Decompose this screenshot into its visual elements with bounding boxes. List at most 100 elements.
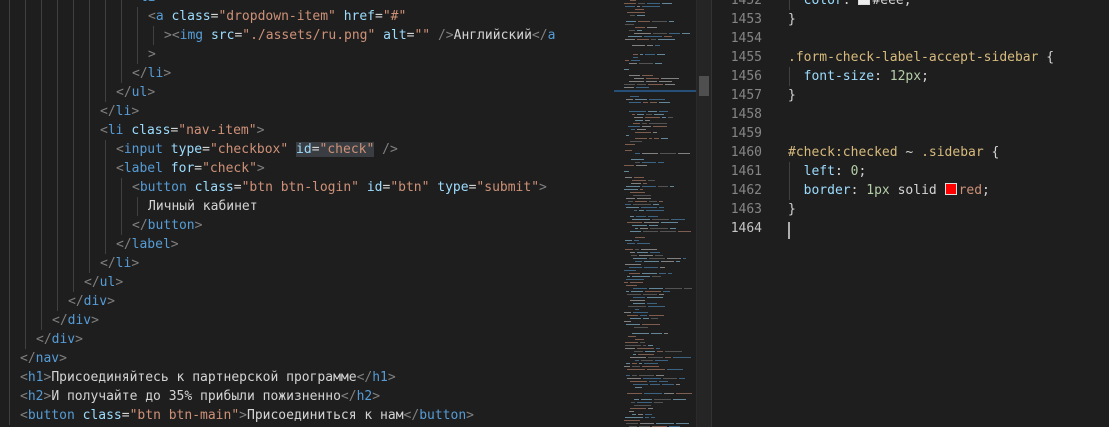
minimap-line [628, 126, 640, 127]
indent-guide [57, 292, 58, 311]
code-token: "./assets/ru.png" [242, 28, 376, 43]
code-line[interactable]: font-size: 12px; [788, 67, 929, 86]
minimap-line [624, 3, 636, 4]
code-line[interactable]: <h2>И получайте до 35% прибыли пожизненн… [20, 387, 380, 406]
code-line[interactable]: border: 1px solid red; [788, 181, 990, 200]
minimap-line [642, 75, 653, 76]
minimap-line [625, 240, 632, 241]
color-swatch-icon[interactable] [944, 183, 957, 195]
code-line[interactable]: <li class="nav-item"> [100, 121, 264, 140]
minimap-line [635, 387, 642, 388]
minimap-line [625, 39, 635, 40]
code-line[interactable]: </div> [52, 311, 99, 330]
minimap-line [659, 81, 672, 82]
code-line[interactable]: } [788, 10, 796, 29]
code-line[interactable]: </button> [132, 216, 202, 235]
minimap-line [663, 378, 677, 379]
minimap-line [652, 219, 669, 220]
minimap-line [659, 294, 664, 295]
code-line[interactable]: <button class="btn btn-main">Присоединит… [20, 406, 474, 425]
css-editor-pane[interactable]: 1452 color: #eee; 1453} 1454 1455 .form-chec… [711, 0, 1109, 427]
code-token: 12px [889, 69, 922, 84]
code-token: h2 [27, 389, 44, 404]
minimap-line [650, 252, 660, 253]
code-line[interactable]: </div> [68, 292, 115, 311]
minimap-line [658, 186, 668, 187]
code-line[interactable]: </li> [132, 64, 171, 83]
code-line[interactable]: <h1>Присоединяйтесь к партнерской програ… [20, 368, 396, 387]
minimap-line [629, 81, 644, 82]
code-line[interactable]: </div> [36, 330, 83, 349]
code-line[interactable]: </nav> [20, 349, 67, 368]
minimap-line [659, 201, 663, 202]
vertical-scrollbar[interactable] [696, 0, 711, 427]
html-editor-pane[interactable]: <li><a class="dropdown-item" href="#"><i… [0, 0, 614, 427]
minimap-line [639, 363, 642, 364]
minimap-line [684, 288, 692, 289]
minimap[interactable] [614, 0, 696, 427]
indent-guide [73, 121, 74, 140]
code-line[interactable]: <li> [132, 0, 163, 7]
code-token: #eee; [872, 0, 912, 8]
indent-guide [105, 178, 106, 197]
code-line[interactable]: <a class="dropdown-item" href="#" [148, 7, 406, 26]
minimap-line [661, 261, 674, 262]
code-line[interactable]: <input type="checkbox" id="check" /> [116, 140, 398, 159]
code-line[interactable]: </label> [116, 235, 179, 254]
indent-guide [89, 7, 90, 26]
code-line[interactable]: left: 0; [788, 162, 867, 181]
indent-guide [41, 45, 42, 64]
minimap-line [630, 252, 635, 253]
code-line[interactable]: .form-check-label-accept-sidebar { [788, 48, 1054, 67]
code-token: < [148, 9, 156, 24]
code-line[interactable]: <button class="btn btn-login" id="btn" t… [132, 178, 547, 197]
minimap-line [626, 135, 629, 136]
minimap-line [670, 228, 676, 229]
minimap-line [656, 375, 664, 376]
indent-guide [9, 254, 10, 273]
minimap-line [642, 6, 660, 7]
indent-guide [73, 7, 74, 26]
minimap-line [662, 117, 666, 118]
code-line[interactable]: Личный кабинет [148, 197, 258, 216]
code-token: </ [100, 104, 116, 119]
indent-guide [789, 67, 790, 86]
editor-window: <li><a class="dropdown-item" href="#"><i… [0, 0, 1109, 427]
code-token: li [115, 104, 132, 119]
scrollbar-thumb[interactable] [699, 76, 709, 96]
minimap-line [659, 102, 670, 103]
code-line[interactable]: </ul> [84, 273, 123, 292]
code-token: .form-check-label-accept-sidebar [788, 50, 1039, 65]
code-line[interactable]: <label for="check"> [116, 159, 265, 178]
code-line[interactable]: } [788, 200, 796, 219]
indent-guide [57, 159, 58, 178]
code-line[interactable]: color: #eee; [788, 0, 912, 10]
minimap-line [630, 282, 643, 283]
code-token: = [311, 142, 320, 157]
code-token: ul [131, 85, 148, 100]
code-line[interactable]: </ul> [116, 83, 155, 102]
code-token: "btn btn-login" [241, 180, 359, 195]
code-line[interactable]: </li> [100, 254, 139, 273]
minimap-line [630, 300, 645, 301]
code-line[interactable]: ><img src="./assets/ru.png" alt="" />Анг… [164, 26, 555, 45]
code-line[interactable]: > [148, 45, 156, 64]
indent-guide [89, 121, 90, 140]
minimap-line [669, 33, 680, 34]
minimap-line [633, 303, 645, 304]
minimap-line [649, 288, 663, 289]
code-token: = [202, 142, 210, 157]
code-token: </ [36, 332, 52, 347]
indent-guide [25, 235, 26, 254]
code-token: li [147, 66, 164, 81]
code-token: > [155, 0, 163, 5]
code-token: Английский [453, 28, 532, 43]
code-token: { [983, 145, 1000, 160]
code-line[interactable]: </li> [100, 102, 139, 121]
minimap-line [637, 114, 644, 115]
code-line[interactable]: } [788, 86, 796, 105]
color-swatch-icon[interactable] [858, 0, 871, 5]
code-line[interactable]: #check:checked ~ .sidebar { [788, 143, 999, 162]
minimap-line [626, 99, 633, 100]
